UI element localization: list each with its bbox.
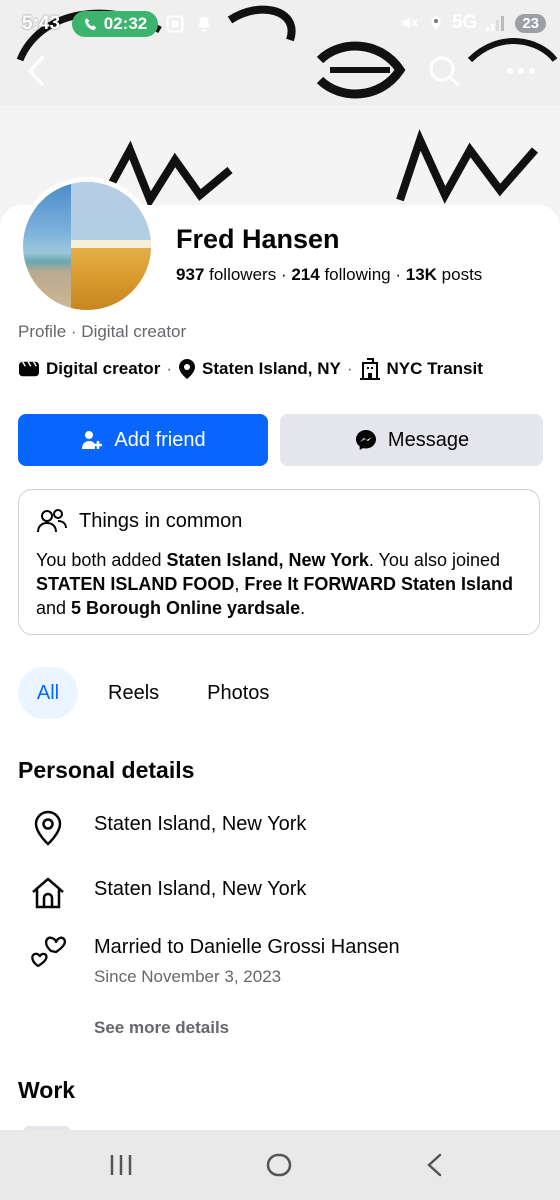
home-nav-button[interactable] — [265, 1152, 293, 1183]
location-pin-icon — [178, 359, 195, 379]
relationship-text[interactable]: Married to Danielle Grossi Hansen — [94, 935, 400, 959]
common-text-part: . You also joined — [368, 550, 500, 570]
status-time: 5:43 — [22, 13, 61, 34]
common-group-link[interactable]: 5 Borough Online yardsale — [71, 598, 300, 618]
chevron-left-icon — [427, 1153, 442, 1177]
tag-label: Digital creator — [46, 359, 161, 378]
followers-label[interactable]: followers — [209, 265, 276, 284]
tab-all[interactable]: All — [18, 667, 78, 719]
stats-separator: · — [395, 265, 402, 284]
home-circle-icon — [266, 1153, 292, 1177]
add-friend-button[interactable]: Add friend — [18, 414, 268, 466]
posts-count: 13K — [405, 265, 437, 284]
message-button[interactable]: Message — [280, 414, 543, 466]
following-label[interactable]: following — [324, 265, 390, 284]
common-place-link[interactable]: Staten Island, New York — [166, 550, 368, 570]
tab-photos[interactable]: Photos — [207, 667, 269, 719]
followers-count[interactable]: 937 — [176, 265, 204, 284]
status-bar: 5:43 02:32 5G 23 — [0, 0, 560, 50]
battery-level: 23 — [515, 13, 546, 33]
building-icon — [359, 358, 380, 380]
see-more-details-link[interactable]: See more details — [94, 1018, 229, 1038]
personal-details-title: Personal details — [18, 757, 195, 783]
home-icon — [28, 873, 68, 913]
location-icon — [431, 16, 441, 30]
message-label: Message — [387, 428, 470, 451]
video-icon — [19, 361, 39, 377]
messenger-icon — [355, 430, 376, 450]
following-count[interactable]: 214 — [291, 265, 319, 284]
avatar-image — [23, 182, 151, 310]
chevron-left-icon — [28, 56, 44, 86]
common-text-part: . — [300, 598, 306, 618]
tag-separator: · — [166, 359, 172, 378]
profile-name: Fred Hansen — [176, 224, 340, 254]
things-in-common-header: Things in common — [37, 508, 242, 534]
relationship-since: Since November 3, 2023 — [94, 967, 282, 986]
posts-label: posts — [441, 265, 483, 284]
common-group-link[interactable]: STATEN ISLAND FOOD — [36, 574, 234, 594]
more-dots-icon — [507, 68, 535, 74]
hearts-icon — [28, 931, 68, 971]
search-icon — [429, 56, 460, 87]
detail-hometown: Staten Island, New York — [28, 873, 306, 913]
notification-bell-icon — [198, 16, 210, 32]
profile-tags: Digital creator · Staten Island, NY · NY… — [18, 358, 483, 380]
back-nav-button[interactable] — [424, 1152, 446, 1183]
common-text-part: and — [36, 598, 72, 618]
common-text-part: You both added — [36, 550, 167, 570]
common-text-part: , — [234, 574, 245, 594]
location-pin-icon — [28, 808, 68, 848]
common-group-link[interactable]: Free It FORWARD Staten Island — [244, 574, 513, 594]
phone-icon — [84, 17, 96, 30]
detail-text: Staten Island, New York — [94, 878, 307, 900]
tag-workplace[interactable]: NYC Transit — [359, 358, 483, 380]
tag-separator: · — [346, 359, 353, 378]
signal-icon — [486, 16, 505, 31]
detail-text-block: Married to Danielle Grossi Hansen Since … — [94, 931, 400, 989]
profile-subline: Profile · Digital creator — [18, 322, 187, 341]
things-in-common-card[interactable]: Things in common You both added Staten I… — [18, 489, 540, 635]
more-options-button[interactable] — [504, 58, 538, 84]
back-button[interactable] — [22, 54, 52, 88]
profile-tabs: All Reels Photos — [18, 667, 269, 719]
detail-relationship: Married to Danielle Grossi Hansen Since … — [28, 931, 400, 989]
detail-current-city: Staten Island, New York — [28, 808, 306, 848]
people-icon — [37, 509, 67, 533]
tab-reels[interactable]: Reels — [108, 667, 159, 719]
things-in-common-title: Things in common — [79, 509, 243, 532]
work-title: Work — [18, 1077, 76, 1103]
tag-digital-creator: Digital creator — [18, 359, 160, 379]
recent-apps-button[interactable] — [108, 1152, 134, 1183]
profile-avatar[interactable] — [18, 177, 156, 315]
add-friend-label: Add friend — [114, 428, 206, 451]
tag-label: NYC Transit — [386, 359, 483, 378]
ongoing-call-pill[interactable]: 02:32 — [72, 11, 158, 37]
call-timer: 02:32 — [103, 14, 148, 33]
tag-location: Staten Island, NY — [178, 358, 341, 380]
tag-label: Staten Island, NY — [201, 359, 341, 378]
system-navigation-bar — [0, 1130, 560, 1200]
network-type: 5G — [451, 12, 478, 33]
detail-text: Staten Island, New York — [94, 813, 307, 835]
stats-separator: · — [280, 265, 287, 284]
beer-foam-graphic — [71, 240, 151, 248]
add-person-icon — [82, 431, 103, 449]
screenshot-icon — [166, 15, 184, 33]
recents-icon — [110, 1155, 132, 1175]
mute-icon — [402, 17, 419, 29]
search-button[interactable] — [427, 54, 461, 88]
things-in-common-text: You both added Staten Island, New York. … — [36, 548, 526, 620]
profile-stats: 937 followers · 214 following · 13K post… — [176, 265, 482, 285]
